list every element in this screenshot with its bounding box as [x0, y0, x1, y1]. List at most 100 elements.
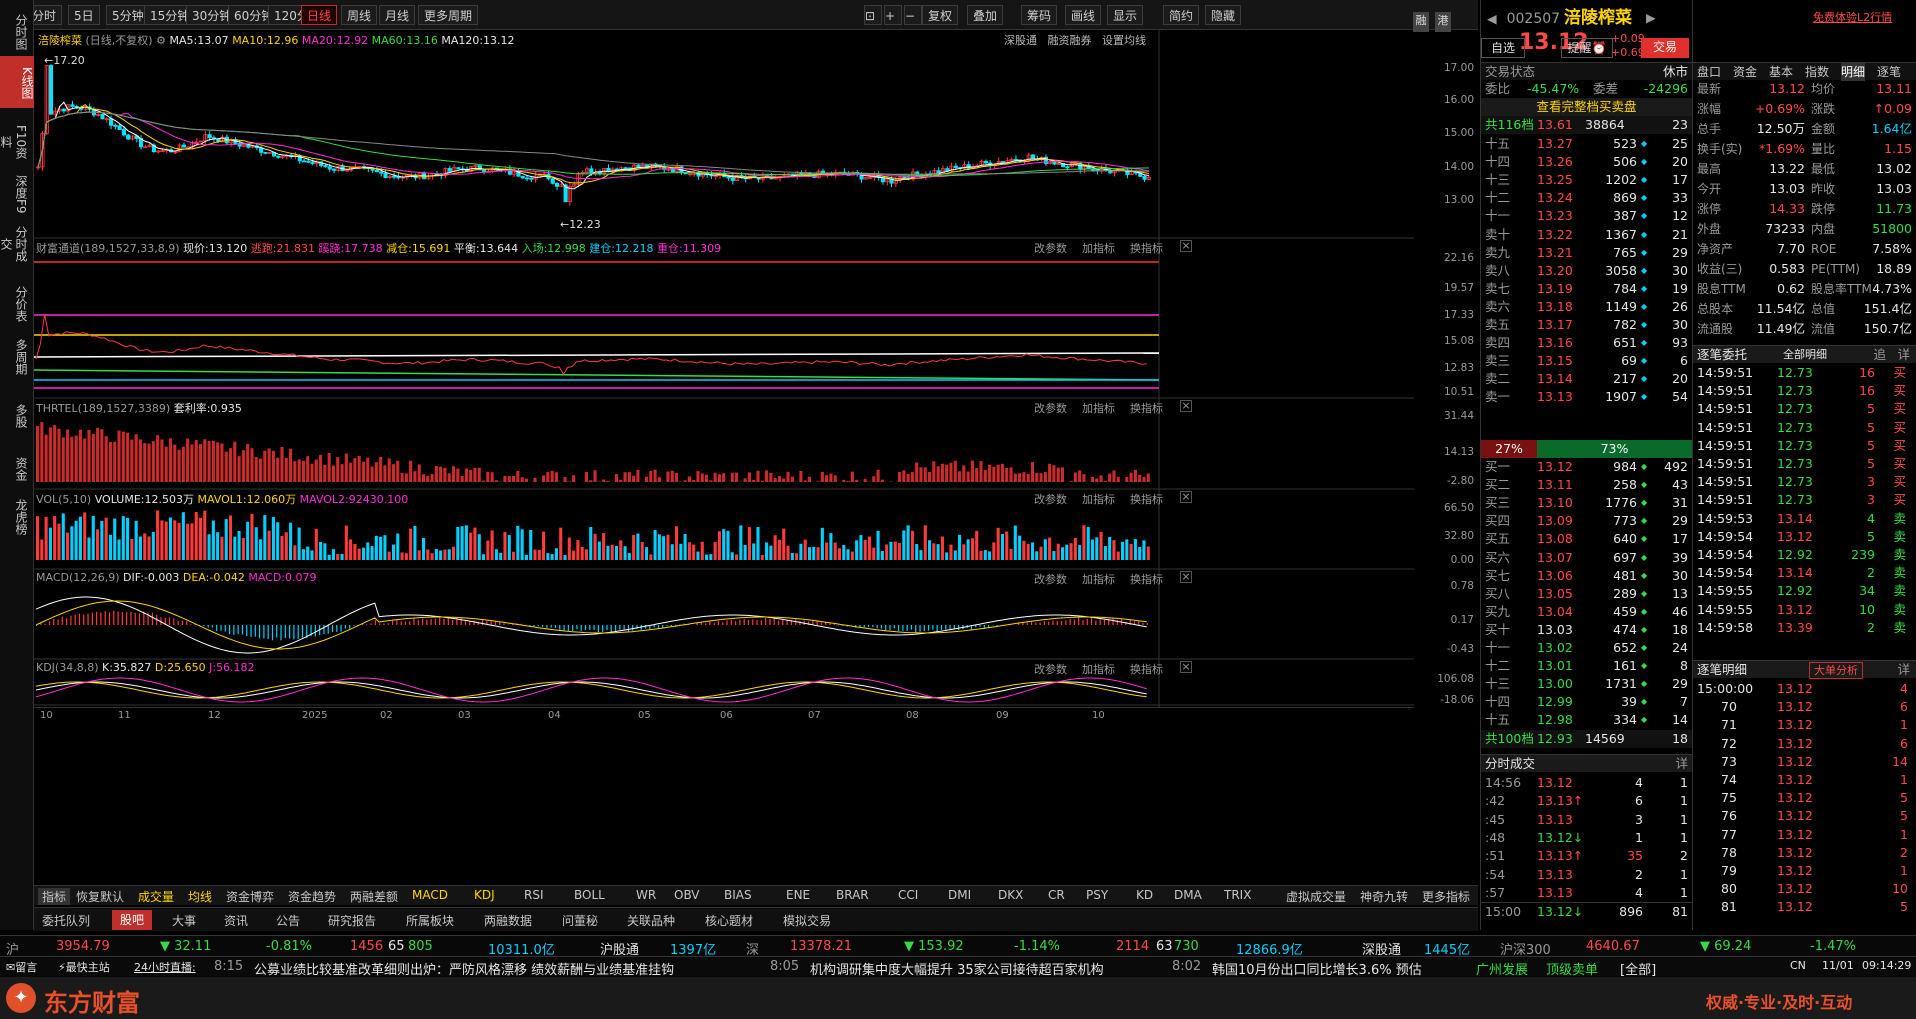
close-icon[interactable]: × [1180, 491, 1192, 503]
orderbook-row[interactable]: 买四 13.09 773 ◆ 29 [1481, 512, 1692, 530]
panel-link[interactable]: 加指标 [1082, 491, 1115, 507]
indicator-tab[interactable]: PSY [1086, 888, 1108, 902]
display-button[interactable]: 显示 [1107, 5, 1144, 25]
trade-button[interactable]: 交易 [1641, 38, 1689, 58]
orderbook-row[interactable]: 买三 13.10 1776 ◆ 31 [1481, 494, 1692, 512]
orderbook-row[interactable]: 卖五 13.17 782 ◆ 30 [1481, 316, 1692, 334]
orderbook-row[interactable]: 十五 12.98 334 ◆ 14 [1481, 711, 1692, 729]
indicator-tab[interactable]: KDJ [474, 888, 495, 902]
rail-item-8[interactable]: 资金 [4, 445, 28, 491]
indicator-tab[interactable]: DKX [998, 888, 1023, 902]
info-tab[interactable]: 模拟交易 [775, 912, 839, 929]
l2-trial-link[interactable]: 免费体验L2行情 [1813, 6, 1892, 30]
info-tab[interactable]: 所属板块 [398, 912, 462, 929]
message-button[interactable]: ✉留言 [6, 959, 37, 975]
rail-item-4[interactable]: 分时成交 [0, 220, 28, 266]
orders-filter[interactable]: 全部明细 [1783, 346, 1827, 364]
panel-link[interactable]: 换指标 [1130, 491, 1163, 507]
indicator-tab[interactable]: BRAR [836, 888, 869, 902]
indicator-tab[interactable]: BIAS [724, 888, 752, 902]
indicator-tab[interactable]: WR [636, 888, 656, 902]
news-item[interactable]: 公募业绩比较基准改革细则出炉：严防风格漂移 绩效薪酬与业绩基准挂钩 [254, 959, 674, 978]
news-item[interactable]: 韩国10月份出口同比增长3.6% 预估 [1212, 959, 1422, 978]
period-8[interactable]: 周线 [341, 5, 378, 25]
lock-icon[interactable]: ⊡ [864, 5, 882, 25]
rail-item-2[interactable]: F10资料 [0, 118, 28, 164]
panel-link[interactable]: 加指标 [1082, 661, 1115, 677]
right-tab[interactable]: 逐笔 [1877, 63, 1901, 81]
period-9[interactable]: 月线 [379, 5, 416, 25]
next-stock-icon[interactable]: ▶ [1646, 6, 1656, 30]
info-tab[interactable]: 问董秘 [554, 912, 606, 929]
rail-item-7[interactable]: 多股 [4, 392, 28, 438]
fastest-server[interactable]: ⚡最快主站 [58, 959, 110, 975]
info-tab[interactable]: 资讯 [216, 912, 256, 929]
panel-link[interactable]: 改参数 [1034, 571, 1067, 587]
panel-link[interactable]: 改参数 [1034, 491, 1067, 507]
close-icon[interactable]: × [1180, 571, 1192, 583]
indicator-tab[interactable]: DMA [1174, 888, 1202, 902]
right-tab[interactable]: 基本 [1769, 63, 1793, 81]
indicator-tab[interactable]: 资金趋势 [288, 888, 336, 905]
view-all-button[interactable]: 查看完整档买卖盘 [1481, 98, 1692, 116]
info-tab[interactable]: 核心题材 [697, 912, 761, 929]
orderbook-row[interactable]: 十一 13.02 652 ◆ 24 [1481, 639, 1692, 657]
trades-detail-link[interactable]: 详 [1675, 755, 1688, 773]
indicator-tab[interactable]: 均线 [188, 888, 212, 905]
indicator-tab[interactable]: KD [1136, 888, 1153, 902]
hide-button[interactable]: 隐藏 [1205, 5, 1242, 25]
panel-link[interactable]: 加指标 [1082, 400, 1115, 416]
orderbook-row[interactable]: 卖十 13.22 1367 ◆ 21 [1481, 226, 1692, 244]
rail-item-9[interactable]: 龙虎榜 [4, 493, 28, 539]
panel-link[interactable]: 改参数 [1034, 400, 1067, 416]
indicator-tab[interactable]: CCI [898, 888, 918, 902]
simple-button[interactable]: 简约 [1163, 5, 1200, 25]
right-tab[interactable]: 明细 [1841, 63, 1866, 81]
overlay-button[interactable]: 叠加 [967, 5, 1004, 25]
indicator-tab[interactable]: 指标 [38, 888, 71, 905]
right-tab[interactable]: 盘口 [1697, 63, 1721, 81]
draw-button[interactable]: 画线 [1065, 5, 1102, 25]
watchlist-button[interactable]: 自选 [1481, 38, 1525, 58]
info-tab[interactable]: 公告 [268, 912, 308, 929]
orders-search-link[interactable]: 追 [1873, 346, 1886, 364]
indicator-tab[interactable]: MACD [412, 888, 448, 902]
indicator-tab[interactable]: 更多指标 [1422, 888, 1470, 905]
orderbook-row[interactable]: 买十 13.03 474 ◆ 18 [1481, 621, 1692, 639]
orderbook-row[interactable]: 买六 13.07 697 ◆ 39 [1481, 549, 1692, 567]
indicator-tab[interactable]: 神奇九转 [1360, 888, 1408, 905]
close-icon[interactable]: × [1180, 240, 1192, 252]
rail-item-0[interactable]: 分时图 [4, 8, 28, 54]
close-icon[interactable]: × [1180, 661, 1192, 673]
orderbook-row[interactable]: 卖二 13.14 217 ◆ 20 [1481, 370, 1692, 388]
panel-link[interactable]: 加指标 [1082, 571, 1115, 587]
orderbook-row[interactable]: 卖一 13.13 1907 ◆ 54 [1481, 388, 1692, 406]
zoom-in-button[interactable]: + [884, 5, 902, 25]
info-tab[interactable]: 委托队列 [34, 912, 98, 929]
rail-item-3[interactable]: 深度F9 [4, 170, 28, 216]
alert-all[interactable]: [全部] [1620, 959, 1656, 978]
indicator-tab[interactable]: 资金博弈 [226, 888, 274, 905]
news-item[interactable]: 机构调研集中度大幅提升 35家公司接待超百家机构 [810, 959, 1104, 978]
indicator-tab[interactable]: ENE [786, 888, 810, 902]
rail-item-6[interactable]: 多周期 [4, 333, 28, 379]
info-tab[interactable]: 关联品种 [619, 912, 683, 929]
orderbook-row[interactable]: 十三 13.25 1202 ◆ 17 [1481, 171, 1692, 189]
orderbook-row[interactable]: 买二 13.11 258 ◆ 43 [1481, 476, 1692, 494]
orderbook-row[interactable]: 十三 13.00 1731 ◆ 29 [1481, 675, 1692, 693]
info-tab[interactable]: 研究报告 [320, 912, 384, 929]
panel-link[interactable]: 加指标 [1082, 240, 1115, 256]
kline-chart-area[interactable]: 涪陵榨菜 (日线,不复权) ⚙ MA5:13.07 MA10:12.96 MA2… [34, 30, 1478, 865]
orderbook-row[interactable]: 卖九 13.21 765 ◆ 29 [1481, 244, 1692, 262]
period-1[interactable]: 5日 [68, 5, 100, 25]
panel-link[interactable]: 换指标 [1130, 400, 1163, 416]
indicator-tab[interactable]: RSI [524, 888, 544, 902]
indicator-tab[interactable]: OBV [674, 888, 700, 902]
big-order-button[interactable]: 大单分析 [1809, 662, 1863, 679]
orderbook-row[interactable]: 卖八 13.20 3058 ◆ 30 [1481, 262, 1692, 280]
detail-link[interactable]: 详 [1897, 661, 1910, 679]
close-icon[interactable]: × [1180, 400, 1192, 412]
orderbook-row[interactable]: 卖六 13.18 1149 ◆ 26 [1481, 298, 1692, 316]
orderbook-row[interactable]: 买一 13.12 984 ◆ 492 [1481, 458, 1692, 476]
indicator-tab[interactable]: BOLL [574, 888, 605, 902]
